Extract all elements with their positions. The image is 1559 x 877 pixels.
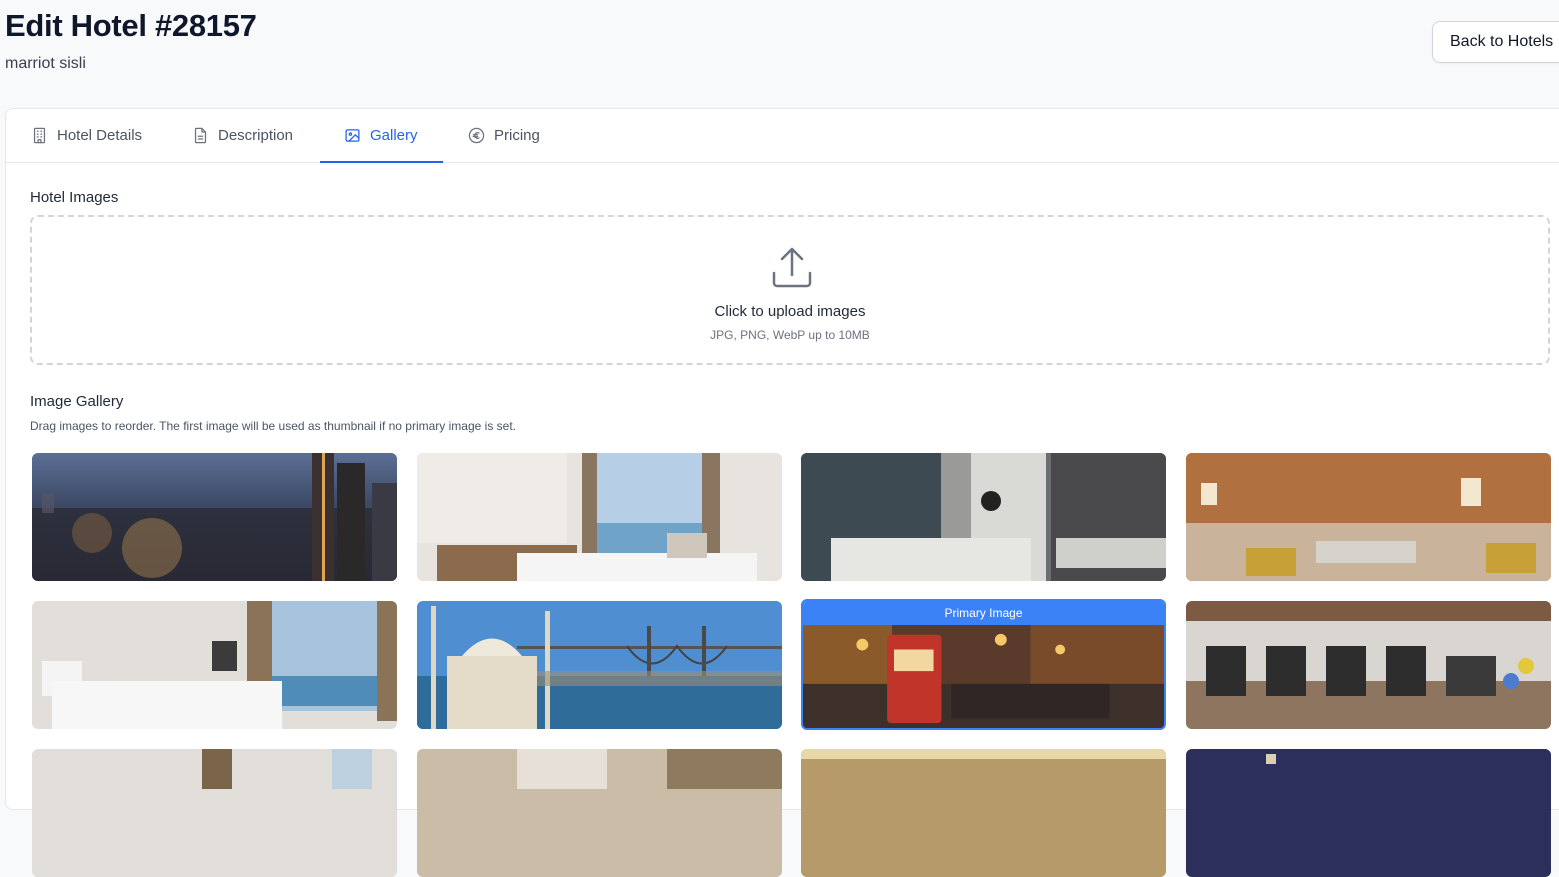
mosque-bridge-image <box>417 601 782 729</box>
tab-bar: Hotel Details Description Gallery Pricin… <box>6 109 1559 163</box>
gallery-image[interactable] <box>801 453 1166 581</box>
tab-label: Gallery <box>370 127 418 144</box>
gallery-image[interactable] <box>32 453 397 581</box>
upload-title: Click to upload images <box>714 303 866 320</box>
city-skyline-image <box>32 453 397 581</box>
bedroom-window-image <box>32 601 397 729</box>
gallery-image[interactable] <box>417 453 782 581</box>
hallway-image <box>801 749 1166 877</box>
image-icon <box>345 129 360 142</box>
tab-hotel-details[interactable]: Hotel Details <box>31 109 142 162</box>
gallery-image[interactable] <box>801 749 1166 877</box>
gallery-image[interactable] <box>1186 601 1551 729</box>
room-interior-image <box>32 749 397 877</box>
edit-hotel-card: Hotel Details Description Gallery Pricin… <box>5 108 1559 877</box>
image-upload-dropzone[interactable]: Click to upload images JPG, PNG, WebP up… <box>30 215 1550 365</box>
gallery-image-primary[interactable]: Primary Image <box>801 599 1166 730</box>
upload-icon <box>772 247 812 288</box>
tab-description[interactable]: Description <box>192 109 293 162</box>
fitness-center-image <box>1186 601 1551 729</box>
tab-label: Pricing <box>494 127 540 144</box>
back-to-hotels-button[interactable]: Back to Hotels <box>1432 21 1559 63</box>
tab-pricing[interactable]: Pricing <box>468 109 540 162</box>
gallery-hint: Drag images to reorder. The first image … <box>30 419 516 433</box>
hotel-name-subtitle: marriot sisli <box>5 55 86 72</box>
hotel-images-label: Hotel Images <box>30 189 119 206</box>
room-interior-image <box>417 749 782 877</box>
building-icon <box>33 127 46 144</box>
upload-hint: JPG, PNG, WebP up to 10MB <box>710 328 870 342</box>
document-icon <box>194 127 207 144</box>
gallery-image[interactable] <box>32 749 397 877</box>
night-exterior-image <box>1186 749 1551 877</box>
page-title: Edit Hotel #28157 <box>5 8 257 43</box>
tab-label: Hotel Details <box>57 127 143 144</box>
gallery-image[interactable] <box>32 601 397 729</box>
tab-gallery[interactable]: Gallery <box>320 109 443 163</box>
gallery-image[interactable] <box>1186 749 1551 877</box>
primary-image-badge: Primary Image <box>803 601 1164 625</box>
gallery-image[interactable] <box>417 749 782 877</box>
tram-street-image <box>803 625 1164 728</box>
gallery-image[interactable] <box>1186 453 1551 581</box>
tab-label: Description <box>218 127 294 144</box>
hotel-room-image <box>417 453 782 581</box>
euro-icon <box>468 127 485 144</box>
lobby-lounge-image <box>1186 453 1551 581</box>
gallery-image[interactable] <box>417 601 782 729</box>
image-gallery-label: Image Gallery <box>30 393 124 410</box>
bathroom-image <box>801 453 1166 581</box>
